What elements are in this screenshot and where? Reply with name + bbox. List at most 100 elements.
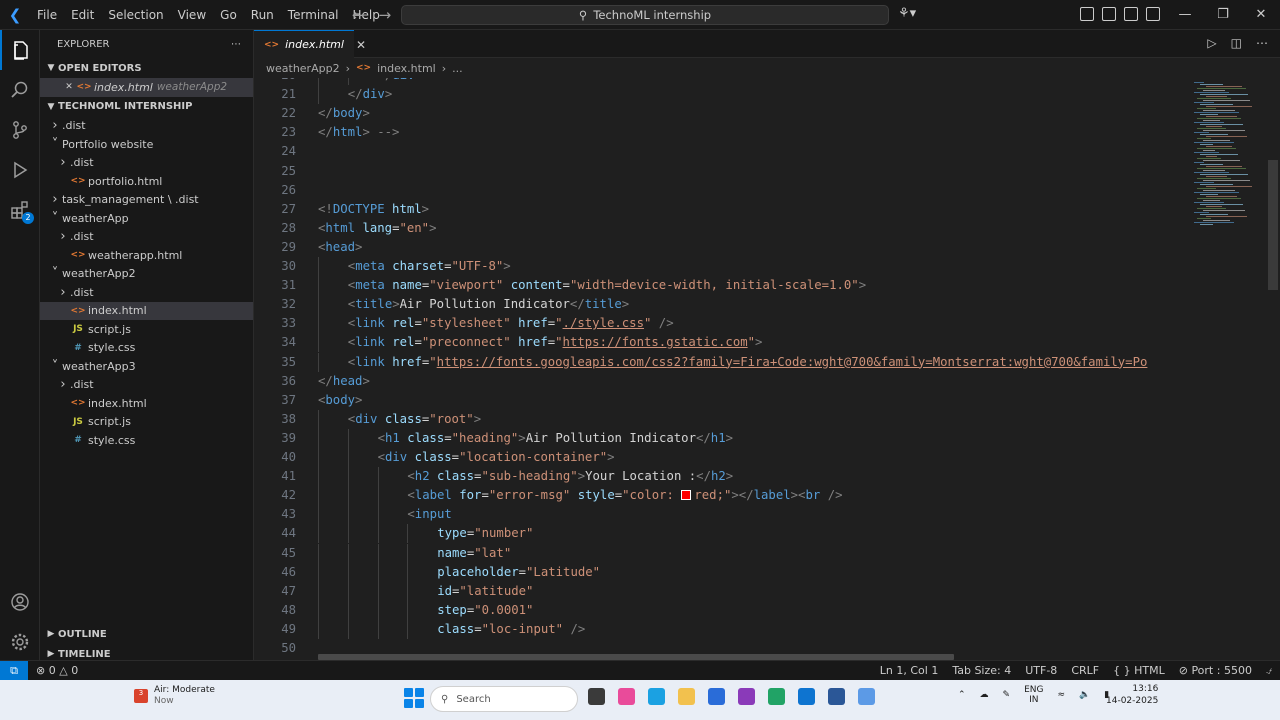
tree-folder[interactable]: ˅ weatherApp3 <box>40 357 253 376</box>
tree-folder[interactable]: ˅ weatherApp <box>40 209 253 228</box>
taskbar-search[interactable]: ⚲ Search <box>430 686 578 712</box>
media-app-icon[interactable] <box>738 688 755 705</box>
tab-index-html[interactable]: <> index.html ✕ <box>254 30 366 58</box>
menu-selection[interactable]: Selection <box>101 0 170 30</box>
back-arrow-icon[interactable]: ← <box>352 6 365 24</box>
menu-run[interactable]: Run <box>244 0 281 30</box>
tree-folder[interactable]: ˅ weatherApp2 <box>40 265 253 284</box>
copilot-icon[interactable]: ⚘▾ <box>898 6 916 21</box>
breadcrumb-more[interactable]: ... <box>452 62 463 75</box>
open-editor-item[interactable]: ✕ <> index.html weatherApp2 <box>40 78 253 97</box>
customize-layout-icon[interactable] <box>1080 7 1094 21</box>
close-tab-icon[interactable]: ✕ <box>356 38 366 52</box>
code-editor[interactable]: 20</div>21</div>22</body>23</html> -->24… <box>254 78 1188 660</box>
tab-size[interactable]: Tab Size: 4 <box>952 661 1011 681</box>
snipping-app-icon[interactable] <box>858 688 875 705</box>
breadcrumb-folder[interactable]: weatherApp2 <box>266 62 340 75</box>
toggle-secondary-sidebar-icon[interactable] <box>1146 7 1160 21</box>
forward-arrow-icon[interactable]: → <box>379 6 392 24</box>
open-editors-section[interactable]: ▼ OPEN EDITORS <box>40 58 253 78</box>
extensions-icon[interactable]: 2 <box>0 190 40 230</box>
menu-view[interactable]: View <box>171 0 213 30</box>
run-icon[interactable]: ▷ <box>1207 36 1216 50</box>
more-actions-icon[interactable]: ⋯ <box>1256 36 1268 50</box>
language-mode[interactable]: { } HTML <box>1113 661 1165 681</box>
encoding[interactable]: UTF-8 <box>1025 661 1057 681</box>
clock[interactable]: 13:16 14-02-2025 <box>1106 683 1158 707</box>
tree-file[interactable]: # style.css <box>40 339 253 358</box>
tree-file[interactable]: # style.css <box>40 431 253 450</box>
tree-folder[interactable]: › task_management \ .dist <box>40 191 253 210</box>
workspace-section[interactable]: ▼ TECHNOML INTERNSHIP <box>40 97 253 117</box>
code-line: 26 <box>254 181 1188 200</box>
code-content: step="0.0001" <box>437 601 533 620</box>
tree-folder[interactable]: ˅ Portfolio website <box>40 135 253 154</box>
tree-file[interactable]: JS script.js <box>40 320 253 339</box>
code-token: > <box>384 87 393 102</box>
word-app-icon[interactable] <box>828 688 845 705</box>
code-line: 42 <label for="error-msg" style="color: r… <box>254 486 1188 505</box>
menu-edit[interactable]: Edit <box>64 0 101 30</box>
tree-folder[interactable]: › .dist <box>40 283 253 302</box>
tree-file[interactable]: <> weatherapp.html <box>40 246 253 265</box>
tree-file[interactable]: <> portfolio.html <box>40 172 253 191</box>
code-line: 33 <link rel="stylesheet" href="./style.c… <box>254 314 1188 333</box>
store-app-icon[interactable] <box>708 688 725 705</box>
explorer-title: EXPLORER <box>57 38 110 50</box>
problems-indicator[interactable]: ⊗ 0 △ 0 <box>36 664 78 677</box>
remote-icon[interactable]: ⧉ <box>0 660 28 681</box>
search-view-icon[interactable] <box>0 70 40 110</box>
tree-folder[interactable]: › .dist <box>40 154 253 173</box>
onedrive-icon[interactable]: ☁ <box>980 690 989 700</box>
cursor-position[interactable]: Ln 1, Col 1 <box>880 661 939 681</box>
breadcrumb-file[interactable]: index.html <box>377 62 436 75</box>
code-content: <title>Air Pollution Indicator</title> <box>348 295 629 314</box>
weather-widget[interactable]: 3 Air: Moderate Now <box>134 685 215 707</box>
tree-folder[interactable]: › .dist <box>40 117 253 136</box>
tree-file[interactable]: <> index.html <box>40 301 253 320</box>
minimap[interactable] <box>1188 78 1280 660</box>
tree-folder[interactable]: › .dist <box>40 228 253 247</box>
tree-folder[interactable]: › .dist <box>40 376 253 395</box>
toggle-sidebar-icon[interactable] <box>1102 7 1116 21</box>
menu-terminal[interactable]: Terminal <box>281 0 346 30</box>
minimap-line <box>1197 128 1226 129</box>
toggle-panel-icon[interactable] <box>1124 7 1138 21</box>
menu-file[interactable]: File <box>30 0 64 30</box>
line-ending[interactable]: CRLF <box>1071 661 1099 681</box>
menu-go[interactable]: Go <box>213 0 244 30</box>
accounts-icon[interactable] <box>0 582 40 622</box>
tree-file[interactable]: <> index.html <box>40 394 253 413</box>
run-debug-icon[interactable] <box>0 150 40 190</box>
volume-icon[interactable]: 🔈 <box>1079 690 1090 700</box>
minimap-line <box>1206 196 1237 197</box>
split-editor-icon[interactable]: ◫ <box>1231 36 1242 50</box>
chevron-up-icon[interactable]: ⌃ <box>958 690 966 700</box>
explorer-icon[interactable] <box>0 30 40 70</box>
edge-app-icon[interactable] <box>648 688 665 705</box>
terminal-app-icon[interactable] <box>588 688 605 705</box>
pen-icon[interactable]: ✎ <box>1003 690 1011 700</box>
close-icon[interactable]: ✕ <box>62 82 76 92</box>
color-swatch[interactable] <box>681 490 692 501</box>
outline-section[interactable]: ▶ OUTLINE <box>40 624 254 644</box>
excel-app-icon[interactable] <box>768 688 785 705</box>
close-window-icon[interactable]: ✕ <box>1242 0 1280 30</box>
command-center-search[interactable]: ⚲ TechnoML internship <box>401 5 889 25</box>
vscode-app-icon[interactable] <box>798 688 815 705</box>
minimize-icon[interactable]: — <box>1166 0 1204 30</box>
file-explorer-icon[interactable] <box>678 688 695 705</box>
language-indicator[interactable]: ENG IN <box>1024 685 1043 705</box>
source-control-icon[interactable] <box>0 110 40 150</box>
notifications-bell-icon[interactable]: ⍻ <box>1266 661 1272 681</box>
code-token: </ <box>318 373 333 388</box>
vertical-scrollbar[interactable] <box>1268 160 1278 290</box>
wifi-icon[interactable]: ≈ <box>1058 690 1066 700</box>
settings-gear-icon[interactable] <box>0 622 40 662</box>
live-server-port[interactable]: ⊘ Port : 5500 <box>1179 661 1252 681</box>
copilot-app-icon[interactable] <box>618 688 635 705</box>
more-actions-icon[interactable]: ⋯ <box>231 39 241 50</box>
tree-file[interactable]: JS script.js <box>40 413 253 432</box>
restore-icon[interactable]: ❐ <box>1204 0 1242 30</box>
windows-start-icon[interactable] <box>404 688 424 708</box>
